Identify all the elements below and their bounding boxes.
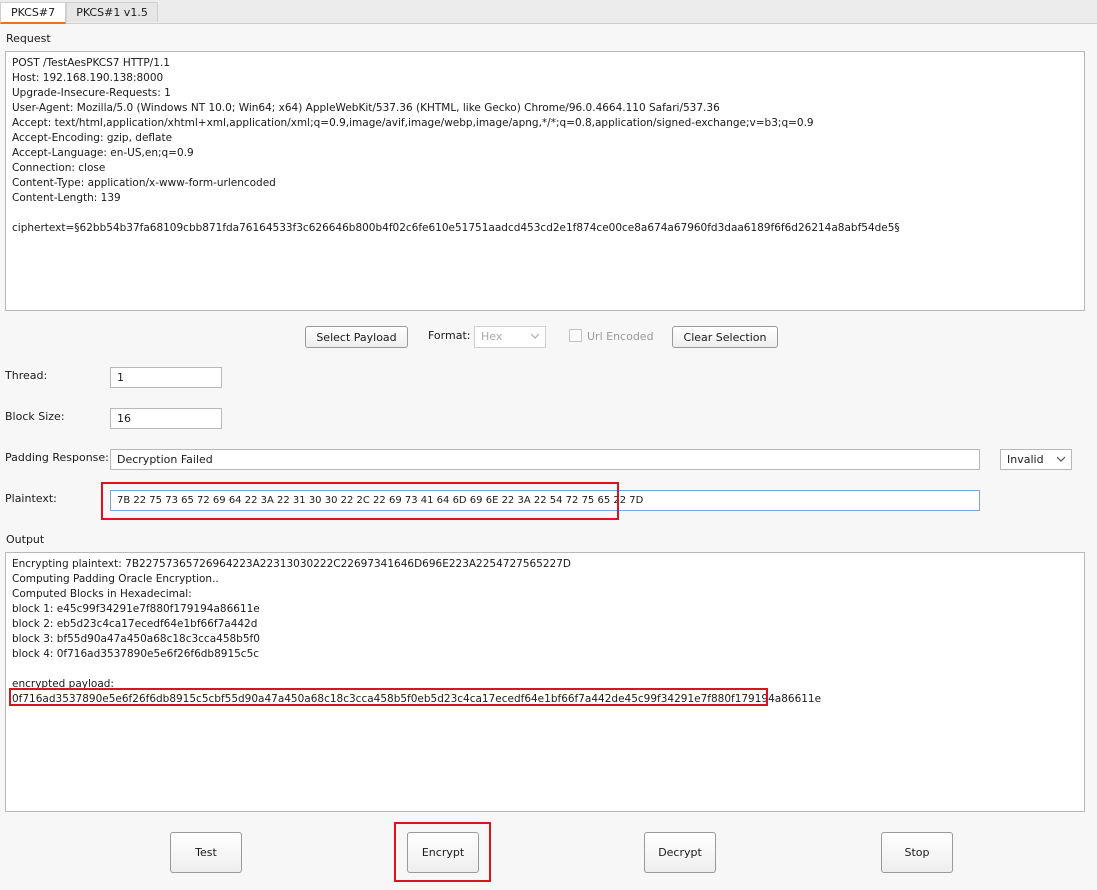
request-line: Accept: text/html,application/xhtml+xml,… [12,117,814,129]
tab-pkcs7[interactable]: PKCS#7 [0,2,66,24]
block-size-label: Block Size: [5,410,65,423]
chevron-down-icon [1057,456,1065,462]
stop-button[interactable]: Stop [881,832,953,873]
output-label: Output [6,533,45,546]
output-line: Computing Padding Oracle Encryption.. [12,573,219,585]
request-line: Content-Length: 139 [12,192,121,204]
output-line: block 4: 0f716ad3537890e5e6f26f6db8915c5… [12,648,260,660]
output-line: block 1: e45c99f34291e7f880f179194a86611… [12,603,260,615]
output-line: encrypted payload: [12,678,114,690]
request-line: ciphertext=§62bb54b37fa68109cbb871fda761… [12,222,900,234]
block-size-input[interactable] [110,408,222,429]
format-select[interactable]: Hex [474,326,546,348]
request-line: POST /TestAesPKCS7 HTTP/1.1 [12,57,170,69]
select-payload-button[interactable]: Select Payload [305,326,408,348]
tab-pkcs1-v1-5[interactable]: PKCS#1 v1.5 [66,2,158,22]
thread-input[interactable] [110,367,222,388]
request-line: User-Agent: Mozilla/5.0 (Windows NT 10.0… [12,102,720,114]
padding-response-label: Padding Response: [5,451,109,464]
request-line: Upgrade-Insecure-Requests: 1 [12,87,171,99]
chevron-down-icon [531,333,539,339]
padding-response-input[interactable] [110,449,980,470]
padding-match-value: Invalid [1007,453,1044,466]
decrypt-button[interactable]: Decrypt [644,832,716,873]
output-line: block 3: bf55d90a47a450a68c18c3cca458b5f… [12,633,260,645]
output-area[interactable]: Encrypting plaintext: 7B2275736572696422… [5,552,1085,812]
test-button[interactable]: Test [170,832,242,873]
output-line: Computed Blocks in Hexadecimal: [12,588,192,600]
request-line: Connection: close [12,162,106,174]
clear-selection-button[interactable]: Clear Selection [672,326,778,348]
request-line: Accept-Language: en-US,en;q=0.9 [12,147,194,159]
request-line: Accept-Encoding: gzip, deflate [12,132,173,144]
request-editor[interactable]: POST /TestAesPKCS7 HTTP/1.1 Host: 192.168… [5,51,1085,311]
padding-oracle-panel: PKCS#7 PKCS#1 v1.5 Request POST /TestAes… [0,0,1097,890]
request-line: Host: 192.168.190.138:8000 [12,72,164,84]
output-line: 0f716ad3537890e5e6f26f6db8915c5cbf55d90a… [12,693,822,705]
format-value: Hex [481,330,503,343]
output-line: Encrypting plaintext: 7B2275736572696422… [12,558,571,570]
encrypt-button[interactable]: Encrypt [407,832,479,873]
url-encoded-checkbox[interactable] [569,329,582,342]
request-line [12,206,1078,221]
thread-label: Thread: [5,369,48,382]
output-line: block 2: eb5d23c4ca17ecedf64e1bf66f7a442… [12,618,258,630]
plaintext-label: Plaintext: [5,492,57,505]
request-line: Content-Type: application/x-www-form-url… [12,177,276,189]
format-label: Format: [428,329,471,342]
padding-match-select[interactable]: Invalid [1000,449,1072,470]
request-label: Request [6,32,51,45]
tab-bar: PKCS#7 PKCS#1 v1.5 [0,0,1097,24]
plaintext-input[interactable] [110,490,980,511]
url-encoded-label: Url Encoded [587,330,654,343]
